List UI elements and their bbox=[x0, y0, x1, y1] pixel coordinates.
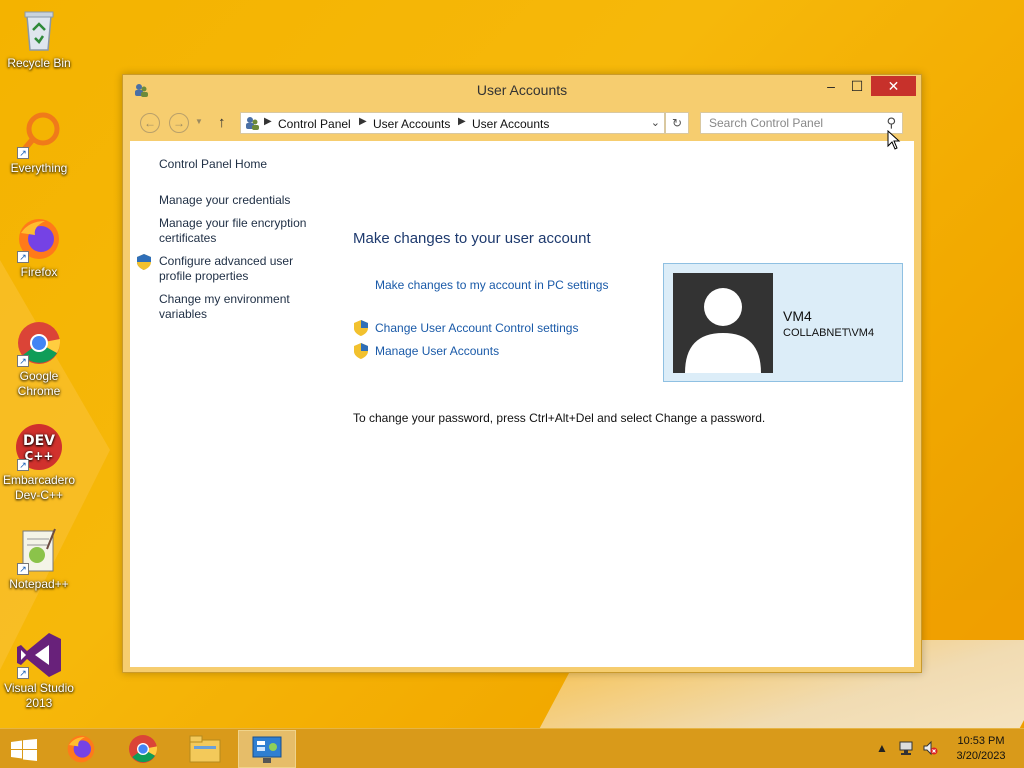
chrome-icon: ↗ bbox=[15, 319, 63, 367]
desktop-icon-label: Notepad++ bbox=[9, 577, 69, 591]
search-placeholder: Search Control Panel bbox=[709, 116, 824, 130]
desktop-icon-label: Recycle Bin bbox=[7, 56, 71, 70]
taskbar: ▲ 10:53 PM 3/20/2023 bbox=[0, 728, 1024, 768]
breadcrumb-user-accounts[interactable]: User Accounts bbox=[373, 117, 450, 131]
desktop-icon-devcpp[interactable]: DEV C++ ↗ Embarcadero Dev-C++ bbox=[2, 423, 76, 503]
control-panel-icon bbox=[252, 736, 282, 763]
desktop-icon-recycle-bin[interactable]: Recycle Bin bbox=[2, 6, 76, 71]
uac-shield-icon bbox=[354, 343, 368, 359]
back-arrow-icon: ← bbox=[144, 116, 156, 130]
show-hidden-icons-button[interactable]: ▲ bbox=[876, 741, 888, 755]
recent-locations-dropdown[interactable]: ▼ bbox=[195, 117, 203, 126]
back-button[interactable]: ← bbox=[140, 113, 160, 133]
uac-shield-icon bbox=[354, 320, 368, 336]
taskbar-firefox[interactable] bbox=[52, 730, 110, 768]
desktop-icon-label: Google Chrome bbox=[17, 369, 61, 398]
firefox-icon bbox=[67, 735, 95, 763]
svg-text:DEV: DEV bbox=[23, 433, 55, 449]
clock-time: 10:53 PM bbox=[957, 735, 1005, 747]
control-panel-icon bbox=[244, 115, 260, 134]
desktop-icon-visual-studio[interactable]: ↗ Visual Studio 2013 bbox=[2, 631, 76, 711]
folder-icon bbox=[189, 735, 221, 763]
system-clock[interactable]: 10:53 PM 3/20/2023 bbox=[950, 734, 1012, 764]
user-accounts-window: User Accounts – ☐ ✕ ← → ▼ ↑ ▶ Control Pa… bbox=[122, 74, 922, 673]
refresh-button[interactable]: ↻ bbox=[665, 112, 689, 134]
pc-settings-link[interactable]: Make changes to my account in PC setting… bbox=[375, 278, 608, 292]
minimize-button[interactable]: – bbox=[818, 76, 844, 96]
windows-logo-icon bbox=[11, 739, 37, 761]
devcpp-icon: DEV C++ ↗ bbox=[15, 423, 63, 471]
taskbar-file-explorer[interactable] bbox=[176, 730, 234, 768]
content-pane: Control Panel Home Manage your credentia… bbox=[130, 141, 914, 667]
desktop-icon-everything[interactable]: ↗ Everything bbox=[2, 111, 76, 176]
notepadpp-icon: ↗ bbox=[15, 527, 63, 575]
sidebar-item-environment-variables[interactable]: Change my environment variables bbox=[159, 292, 309, 322]
desktop-icon-label: Visual Studio 2013 bbox=[4, 681, 74, 710]
sidebar-item-encryption-certificates[interactable]: Manage your file encryption certificates bbox=[159, 216, 319, 246]
forward-button[interactable]: → bbox=[169, 113, 189, 133]
desktop-icon-label: Firefox bbox=[20, 265, 58, 279]
search-input[interactable]: Search Control Panel ⚲ bbox=[700, 112, 903, 134]
taskbar-control-panel[interactable] bbox=[238, 730, 296, 768]
close-button[interactable]: ✕ bbox=[871, 76, 916, 96]
refresh-icon: ↻ bbox=[671, 116, 683, 130]
visual-studio-icon: ↗ bbox=[15, 631, 63, 679]
address-dropdown-chevron-icon[interactable]: ⌄ bbox=[651, 116, 660, 129]
page-title: Make changes to your user account bbox=[353, 230, 591, 247]
forward-arrow-icon: → bbox=[173, 116, 185, 130]
uac-settings-link[interactable]: Change User Account Control settings bbox=[375, 321, 578, 335]
firefox-icon: ↗ bbox=[15, 215, 63, 263]
user-name: VM4 bbox=[783, 308, 812, 324]
uac-shield-icon bbox=[137, 254, 151, 270]
breadcrumb-control-panel[interactable]: Control Panel bbox=[278, 117, 351, 131]
title-bar[interactable]: User Accounts – ☐ ✕ bbox=[123, 75, 921, 105]
recycle-bin-icon bbox=[15, 6, 63, 54]
start-button[interactable] bbox=[0, 730, 48, 768]
breadcrumb-user-accounts-current[interactable]: User Accounts bbox=[472, 117, 549, 131]
sidebar-item-advanced-profile[interactable]: Configure advanced user profile properti… bbox=[159, 254, 309, 284]
user-account-tile: VM4 COLLABNET\VM4 bbox=[663, 263, 903, 382]
breadcrumb-separator-icon: ▶ bbox=[458, 116, 466, 127]
address-bar[interactable]: ▶ Control Panel ▶ User Accounts ▶ User A… bbox=[240, 112, 665, 134]
clock-date: 3/20/2023 bbox=[956, 750, 1006, 762]
sidebar-control-panel-home[interactable]: Control Panel Home bbox=[159, 157, 267, 172]
desktop-icon-label: Embarcadero Dev-C++ bbox=[2, 473, 76, 502]
chrome-icon bbox=[129, 735, 157, 763]
desktop-icon-firefox[interactable]: ↗ Firefox bbox=[2, 215, 76, 280]
window-title: User Accounts bbox=[476, 82, 568, 98]
avatar bbox=[673, 273, 773, 373]
network-icon[interactable] bbox=[898, 740, 914, 759]
chevron-down-icon: ▼ bbox=[195, 117, 203, 126]
search-icon[interactable]: ⚲ bbox=[886, 115, 896, 131]
password-note: To change your password, press Ctrl+Alt+… bbox=[353, 411, 766, 425]
breadcrumb-separator-icon: ▶ bbox=[359, 116, 367, 127]
user-domain: COLLABNET\VM4 bbox=[783, 327, 875, 339]
desktop-icon-notepadpp[interactable]: ↗ Notepad++ bbox=[2, 527, 76, 592]
desktop-icon-chrome[interactable]: ↗ Google Chrome bbox=[2, 319, 76, 399]
manage-user-accounts-link[interactable]: Manage User Accounts bbox=[375, 344, 499, 358]
up-button[interactable]: ↑ bbox=[218, 114, 226, 131]
everything-icon: ↗ bbox=[15, 111, 63, 159]
taskbar-chrome[interactable] bbox=[114, 730, 172, 768]
volume-muted-icon[interactable] bbox=[922, 740, 938, 759]
desktop-icon-label: Everything bbox=[10, 161, 68, 175]
navigation-bar: ← → ▼ ↑ ▶ Control Panel ▶ User Accounts … bbox=[130, 105, 914, 141]
up-arrow-icon: ↑ bbox=[218, 114, 226, 131]
breadcrumb-separator-icon: ▶ bbox=[264, 116, 272, 127]
maximize-button[interactable]: ☐ bbox=[844, 76, 870, 96]
sidebar-item-credentials[interactable]: Manage your credentials bbox=[159, 193, 290, 208]
